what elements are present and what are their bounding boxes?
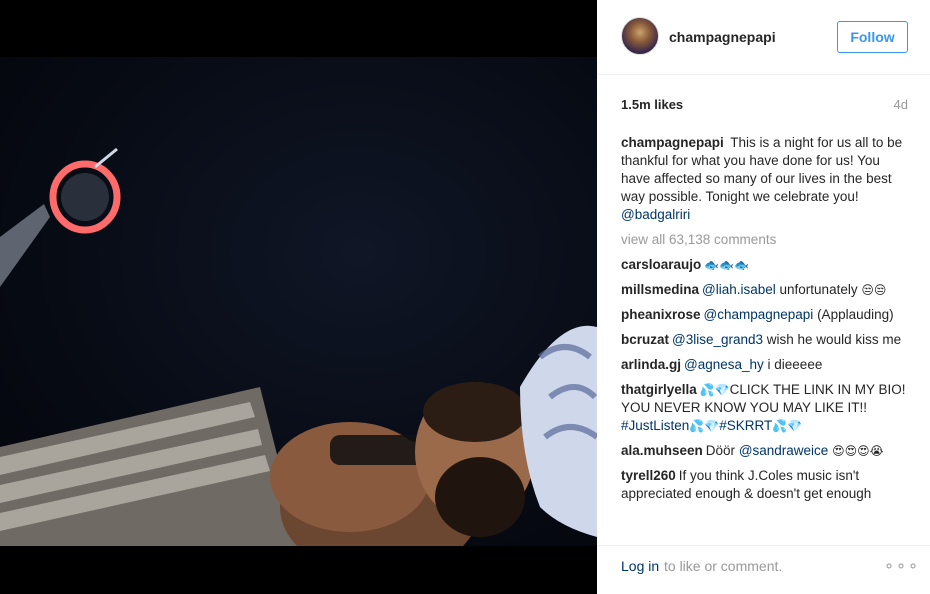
comment-text: Döör	[705, 443, 739, 458]
photo-illustration	[0, 147, 597, 546]
likes-count[interactable]: 1.5m likes	[621, 97, 683, 112]
post-age[interactable]: 4d	[894, 97, 908, 112]
comment-emoji: 💦💎	[689, 419, 720, 433]
comment-mention[interactable]: @champagnepapi	[704, 307, 814, 322]
comment-row: carsloaraujo 🐟🐟🐟	[621, 256, 910, 274]
comment-mention[interactable]: @3lise_grand3	[672, 332, 763, 347]
follow-button[interactable]: Follow	[837, 21, 908, 53]
comment-mention[interactable]: #JustListen	[621, 418, 689, 433]
avatar[interactable]	[621, 17, 659, 55]
comment-username[interactable]: tyrell260	[621, 468, 676, 483]
comment-username[interactable]: carsloaraujo	[621, 257, 701, 272]
view-all-comments-link[interactable]: view all 63,138 comments	[621, 231, 910, 249]
comment-username[interactable]: arlinda.gj	[621, 357, 681, 372]
comment-text: (Applauding)	[813, 307, 894, 322]
photo-pane	[0, 0, 597, 594]
caption: champagnepapi This is a night for us all…	[621, 134, 910, 224]
comment-text: wish he would kiss me	[763, 332, 902, 347]
comment-mention[interactable]: @agnesa_hy	[684, 357, 764, 372]
header-username[interactable]: champagnepapi	[669, 29, 776, 45]
comment-mention[interactable]: @sandraweice	[739, 443, 829, 458]
comment-rows: carsloaraujo 🐟🐟🐟 millsmedina @liah.isabel u…	[621, 256, 910, 503]
comment-row: bcruzat @3lise_grand3 wish he would kiss …	[621, 331, 910, 349]
comment-emoji: 💦💎	[699, 383, 730, 397]
comment-username[interactable]: thatgirlyella	[621, 382, 697, 397]
comment-mention[interactable]: #SKRRT	[719, 418, 772, 433]
post-header: champagnepapi Follow	[597, 0, 930, 75]
comment-row: pheanixrose @champagnepapi (Applauding)	[621, 306, 910, 324]
comment-emoji: 😒😒	[861, 283, 887, 297]
caption-username[interactable]: champagnepapi	[621, 135, 724, 150]
comment-text: unfortunately	[775, 282, 862, 297]
comment-row: thatgirlyella 💦💎CLICK THE LINK IN MY BIO!…	[621, 381, 910, 435]
comment-username[interactable]: millsmedina	[621, 282, 699, 297]
comment-emoji: 😍😍😍😭	[828, 444, 884, 458]
likes-row: 1.5m likes 4d	[621, 97, 908, 115]
comment-row: millsmedina @liah.isabel unfortunately 😒😒	[621, 281, 910, 299]
more-options-icon[interactable]: ∘∘∘	[884, 556, 920, 575]
post-sidebar: champagnepapi Follow 1.5m likes 4d champ…	[597, 0, 930, 594]
post-footer: Log in to like or comment. ∘∘∘	[597, 545, 930, 594]
comment-row: tyrell260 If you think J.Coles music isn'…	[621, 467, 910, 503]
cn-tower-shaft	[0, 204, 50, 287]
post-photo	[0, 57, 597, 546]
comment-emoji: 💦💎	[772, 419, 803, 433]
comment-username[interactable]: pheanixrose	[621, 307, 701, 322]
comment-text: i dieeeee	[763, 357, 823, 372]
comments-list: champagnepapi This is a night for us all…	[621, 134, 910, 535]
comment-username[interactable]: ala.muhseen	[621, 443, 703, 458]
comment-mention[interactable]: @liah.isabel	[702, 282, 776, 297]
comment-row: arlinda.gj @agnesa_hy i dieeeee	[621, 356, 910, 374]
comment-row: ala.muhseen Döör @sandraweice 😍😍😍😭	[621, 442, 910, 460]
comment-emoji: 🐟🐟🐟	[704, 258, 750, 272]
comment-username[interactable]: bcruzat	[621, 332, 669, 347]
login-link[interactable]: Log in	[621, 558, 659, 574]
caption-mention[interactable]: @badgalriri	[621, 207, 690, 222]
login-prompt-text: to like or comment.	[664, 558, 783, 574]
